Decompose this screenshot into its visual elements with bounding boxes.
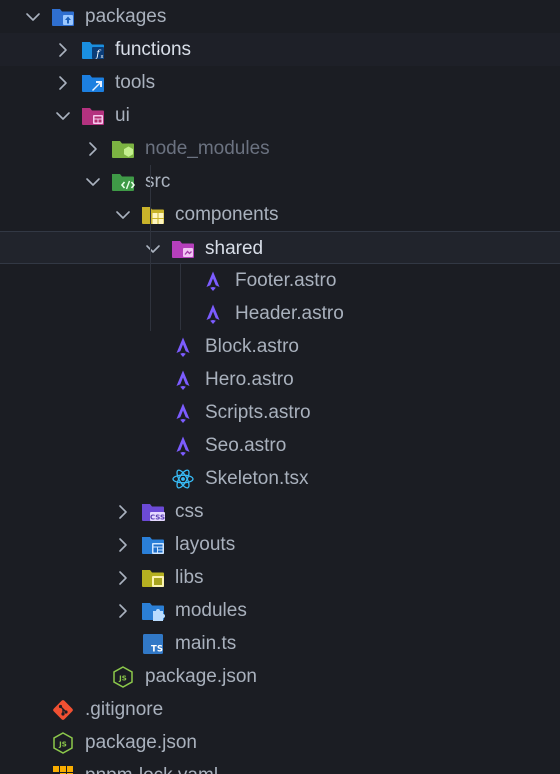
tree-file-package-json[interactable]: JS package.json bbox=[0, 726, 560, 759]
tree-file-footer-astro[interactable]: Footer.astro bbox=[0, 264, 560, 297]
tree-item-label: pnpm-lock.yaml bbox=[85, 759, 218, 774]
file-explorer-tree: packages fx functions tools ui node_modu… bbox=[0, 0, 560, 774]
folder-layouts-icon bbox=[141, 534, 165, 556]
chevron-right-icon[interactable] bbox=[115, 561, 131, 594]
react-file-icon bbox=[171, 468, 195, 490]
tree-item-label: .gitignore bbox=[85, 699, 164, 720]
astro-file-icon bbox=[171, 369, 195, 391]
tree-file-block-astro[interactable]: Block.astro bbox=[0, 330, 560, 363]
folder-components-icon bbox=[141, 204, 165, 226]
typescript-file-icon: TS bbox=[141, 633, 165, 655]
tree-item-label: ui bbox=[115, 105, 130, 126]
tree-file-package-json[interactable]: JS package.json bbox=[0, 660, 560, 693]
chevron-right-icon[interactable] bbox=[115, 495, 131, 528]
tree-folder-layouts[interactable]: layouts bbox=[0, 528, 560, 561]
chevron-right-icon[interactable] bbox=[55, 66, 71, 99]
tree-item-label: modules bbox=[175, 600, 247, 621]
tree-file-seo-astro[interactable]: Seo.astro bbox=[0, 429, 560, 462]
folder-modules-icon bbox=[141, 600, 165, 622]
chevron-right-icon[interactable] bbox=[55, 33, 71, 66]
tree-folder-tools[interactable]: tools bbox=[0, 66, 560, 99]
svg-text:x: x bbox=[101, 54, 104, 60]
svg-text:TS: TS bbox=[151, 645, 163, 655]
indent-guide bbox=[150, 165, 151, 331]
folder-packages-icon bbox=[51, 6, 75, 28]
astro-file-icon bbox=[171, 336, 195, 358]
tree-folder-packages[interactable]: packages bbox=[0, 0, 560, 33]
indent-guide bbox=[180, 264, 181, 330]
tree-item-label: components bbox=[175, 204, 279, 225]
nodejs-file-icon: JS bbox=[111, 666, 135, 688]
chevron-right-icon[interactable] bbox=[85, 132, 101, 165]
folder-node-icon bbox=[111, 138, 135, 160]
git-file-icon bbox=[51, 699, 75, 721]
tree-item-label: libs bbox=[175, 567, 204, 588]
svg-text:CSS: CSS bbox=[150, 514, 165, 522]
folder-css-icon: CSS bbox=[141, 501, 165, 523]
astro-file-icon bbox=[171, 402, 195, 424]
tree-item-label: Header.astro bbox=[235, 303, 344, 324]
tree-item-label: src bbox=[145, 171, 171, 192]
chevron-down-icon[interactable] bbox=[145, 232, 161, 265]
folder-tools-icon bbox=[81, 72, 105, 94]
tree-item-label: Seo.astro bbox=[205, 435, 287, 456]
svg-text:JS: JS bbox=[58, 741, 67, 749]
svg-text:JS: JS bbox=[118, 675, 127, 683]
tree-item-label: node_modules bbox=[145, 138, 270, 159]
tree-item-label: tools bbox=[115, 72, 156, 93]
tree-folder-modules[interactable]: modules bbox=[0, 594, 560, 627]
tree-item-label: css bbox=[175, 501, 204, 522]
tree-folder-libs[interactable]: libs bbox=[0, 561, 560, 594]
tree-file-pnpm-lock-yaml[interactable]: pnpm-lock.yaml bbox=[0, 759, 560, 774]
astro-file-icon bbox=[171, 435, 195, 457]
folder-ui-icon bbox=[81, 105, 105, 127]
tree-folder-css[interactable]: CSS css bbox=[0, 495, 560, 528]
tree-item-label: Hero.astro bbox=[205, 369, 294, 390]
astro-file-icon bbox=[201, 270, 225, 292]
tree-folder-shared[interactable]: shared bbox=[0, 231, 560, 264]
nodejs-file-icon: JS bbox=[51, 732, 75, 754]
tree-item-label: shared bbox=[205, 238, 264, 259]
tree-folder-functions[interactable]: fx functions bbox=[0, 33, 560, 66]
tree-folder-node-modules[interactable]: node_modules bbox=[0, 132, 560, 165]
tree-item-label: layouts bbox=[175, 534, 236, 555]
tree-item-label: Footer.astro bbox=[235, 270, 337, 291]
pnpm-file-icon bbox=[51, 765, 75, 774]
tree-file-hero-astro[interactable]: Hero.astro bbox=[0, 363, 560, 396]
tree-folder-components[interactable]: components bbox=[0, 198, 560, 231]
tree-file-scripts-astro[interactable]: Scripts.astro bbox=[0, 396, 560, 429]
tree-item-label: package.json bbox=[85, 732, 197, 753]
tree-item-label: main.ts bbox=[175, 633, 237, 654]
chevron-down-icon[interactable] bbox=[85, 165, 101, 198]
tree-file-gitignore[interactable]: .gitignore bbox=[0, 693, 560, 726]
tree-item-label: Scripts.astro bbox=[205, 402, 311, 423]
chevron-right-icon[interactable] bbox=[115, 594, 131, 627]
chevron-down-icon[interactable] bbox=[55, 99, 71, 132]
tree-item-label: packages bbox=[85, 6, 167, 27]
tree-folder-ui[interactable]: ui bbox=[0, 99, 560, 132]
chevron-down-icon[interactable] bbox=[25, 0, 41, 33]
tree-item-label: package.json bbox=[145, 666, 257, 687]
tree-item-label: Block.astro bbox=[205, 336, 299, 357]
folder-libs-icon bbox=[141, 567, 165, 589]
chevron-right-icon[interactable] bbox=[115, 528, 131, 561]
tree-file-main-ts[interactable]: TS main.ts bbox=[0, 627, 560, 660]
tree-item-label: functions bbox=[115, 39, 192, 60]
astro-file-icon bbox=[201, 303, 225, 325]
folder-functions-icon: fx bbox=[81, 39, 105, 61]
tree-file-skeleton-tsx[interactable]: Skeleton.tsx bbox=[0, 462, 560, 495]
tree-folder-src[interactable]: src bbox=[0, 165, 560, 198]
tree-item-label: Skeleton.tsx bbox=[205, 468, 309, 489]
folder-src-icon bbox=[111, 171, 135, 193]
chevron-down-icon[interactable] bbox=[115, 198, 131, 231]
folder-shared-icon bbox=[171, 238, 195, 260]
tree-file-header-astro[interactable]: Header.astro bbox=[0, 297, 560, 330]
